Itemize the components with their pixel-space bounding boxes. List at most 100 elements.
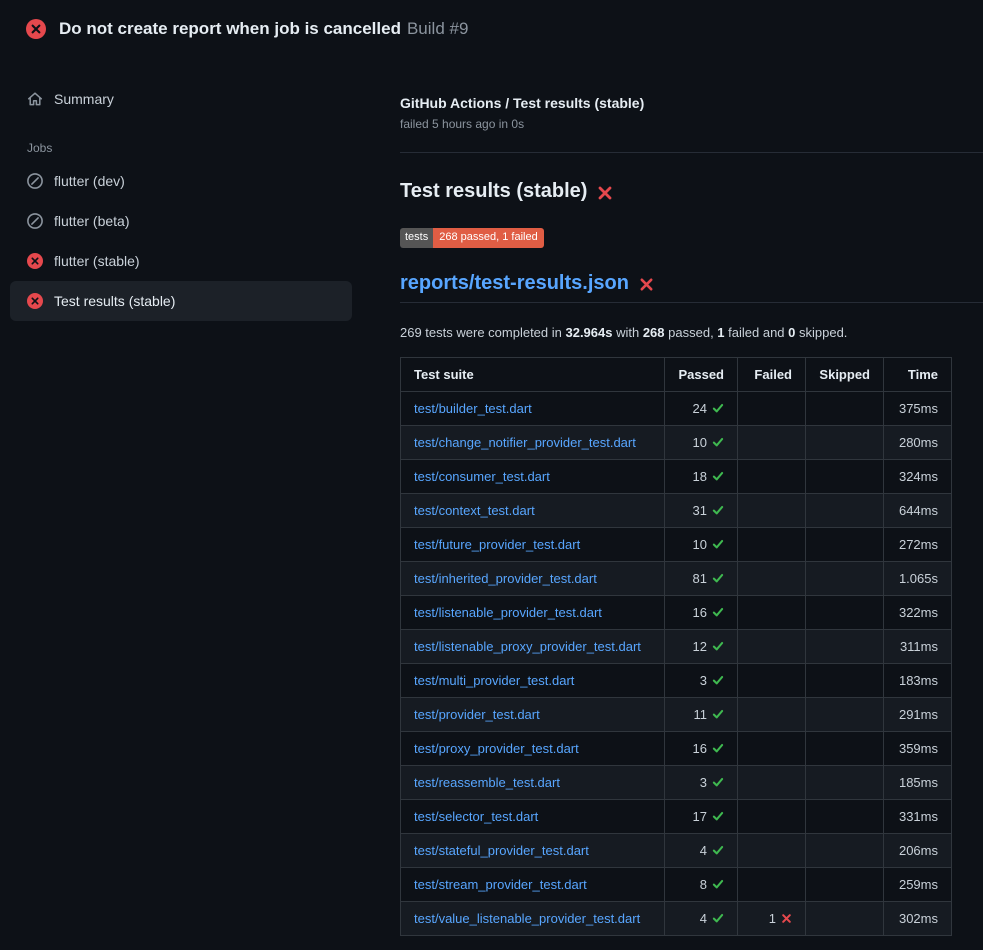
suite-link[interactable]: test/reassemble_test.dart — [414, 775, 560, 790]
report-file-link[interactable]: reports/test-results.json — [400, 272, 629, 295]
failed-cell — [738, 800, 806, 834]
sidebar-item-flutter-dev[interactable]: flutter (dev) — [10, 161, 352, 201]
suite-link[interactable]: test/future_provider_test.dart — [414, 537, 580, 552]
suite-cell: test/multi_provider_test.dart — [401, 664, 665, 698]
build-header: Do not create report when job is cancell… — [0, 0, 983, 57]
test-table-body: test/builder_test.dart24375mstest/change… — [401, 392, 952, 936]
time-cell: 322ms — [884, 596, 952, 630]
suite-link[interactable]: test/inherited_provider_test.dart — [414, 571, 597, 586]
time-cell: 375ms — [884, 392, 952, 426]
check-icon — [712, 742, 724, 754]
summary-failed-count: 1 — [717, 325, 724, 340]
passed-cell: 4 — [665, 902, 738, 936]
suite-link[interactable]: test/listenable_proxy_provider_test.dart — [414, 639, 641, 654]
suite-link[interactable]: test/builder_test.dart — [414, 401, 532, 416]
sidebar-item-summary[interactable]: Summary — [10, 79, 352, 119]
suite-link[interactable]: test/listenable_provider_test.dart — [414, 605, 602, 620]
time-cell: 259ms — [884, 868, 952, 902]
time-cell: 644ms — [884, 494, 952, 528]
failed-cell — [738, 664, 806, 698]
badge-label: tests — [400, 228, 433, 248]
col-failed: Failed — [738, 358, 806, 392]
page-layout: Summary Jobs flutter (dev) flutter (beta… — [0, 57, 983, 936]
suite-link[interactable]: test/provider_test.dart — [414, 707, 540, 722]
suite-cell: test/stream_provider_test.dart — [401, 868, 665, 902]
skipped-cell — [806, 494, 884, 528]
suite-link[interactable]: test/multi_provider_test.dart — [414, 673, 574, 688]
skipped-cell — [806, 800, 884, 834]
check-icon — [712, 572, 724, 584]
skipped-cell — [806, 698, 884, 732]
table-row: test/consumer_test.dart18324ms — [401, 460, 952, 494]
failed-status-icon — [26, 19, 46, 39]
suite-link[interactable]: test/context_test.dart — [414, 503, 535, 518]
table-row: test/inherited_provider_test.dart811.065… — [401, 562, 952, 596]
suite-link[interactable]: test/selector_test.dart — [414, 809, 538, 824]
time-cell: 302ms — [884, 902, 952, 936]
skipped-cell — [806, 630, 884, 664]
failed-cell — [738, 494, 806, 528]
skipped-cell — [806, 902, 884, 936]
skipped-cell — [806, 392, 884, 426]
tests-badge: tests 268 passed, 1 failed — [400, 228, 544, 248]
sidebar-item-label: flutter (stable) — [54, 253, 140, 269]
passed-cell: 10 — [665, 528, 738, 562]
cross-icon — [781, 913, 792, 924]
skipped-cell — [806, 460, 884, 494]
table-row: test/reassemble_test.dart3185ms — [401, 766, 952, 800]
test-results-table: Test suite Passed Failed Skipped Time te… — [400, 357, 952, 936]
passed-cell: 12 — [665, 630, 738, 664]
job-status-text: failed 5 hours ago in 0s — [400, 117, 983, 131]
check-icon — [712, 504, 724, 516]
failed-status-icon — [27, 253, 43, 269]
suite-cell: test/future_provider_test.dart — [401, 528, 665, 562]
suite-cell: test/proxy_provider_test.dart — [401, 732, 665, 766]
suite-link[interactable]: test/stateful_provider_test.dart — [414, 843, 589, 858]
table-row: test/selector_test.dart17331ms — [401, 800, 952, 834]
suite-link[interactable]: test/consumer_test.dart — [414, 469, 550, 484]
suite-link[interactable]: test/stream_provider_test.dart — [414, 877, 587, 892]
check-icon — [712, 436, 724, 448]
passed-cell: 16 — [665, 596, 738, 630]
check-icon — [712, 640, 724, 652]
table-header-row: Test suite Passed Failed Skipped Time — [401, 358, 952, 392]
summary-text: skipped. — [795, 325, 847, 340]
skipped-cell — [806, 562, 884, 596]
cross-mark-icon — [639, 277, 654, 292]
suite-link[interactable]: test/proxy_provider_test.dart — [414, 741, 579, 756]
time-cell: 311ms — [884, 630, 952, 664]
time-cell: 324ms — [884, 460, 952, 494]
time-cell: 359ms — [884, 732, 952, 766]
failed-cell — [738, 834, 806, 868]
suite-link[interactable]: test/change_notifier_provider_test.dart — [414, 435, 636, 450]
page-title: Do not create report when job is cancell… — [59, 19, 468, 39]
check-icon — [712, 844, 724, 856]
passed-cell: 4 — [665, 834, 738, 868]
check-icon — [712, 402, 724, 414]
sidebar-item-flutter-beta[interactable]: flutter (beta) — [10, 201, 352, 241]
sidebar-item-flutter-stable[interactable]: flutter (stable) — [10, 241, 352, 281]
time-cell: 185ms — [884, 766, 952, 800]
jobs-section-label: Jobs — [10, 141, 352, 155]
skipped-cell — [806, 426, 884, 460]
skipped-cell — [806, 596, 884, 630]
failed-cell — [738, 698, 806, 732]
table-row: test/builder_test.dart24375ms — [401, 392, 952, 426]
passed-cell: 3 — [665, 664, 738, 698]
check-icon — [712, 810, 724, 822]
check-icon — [712, 878, 724, 890]
suite-cell: test/consumer_test.dart — [401, 460, 665, 494]
sidebar-item-test-results-stable[interactable]: Test results (stable) — [10, 281, 352, 321]
sidebar-item-label: Summary — [54, 91, 114, 107]
check-icon — [712, 912, 724, 924]
table-row: test/stream_provider_test.dart8259ms — [401, 868, 952, 902]
cancelled-icon — [27, 173, 43, 189]
suite-cell: test/listenable_provider_test.dart — [401, 596, 665, 630]
table-row: test/change_notifier_provider_test.dart1… — [401, 426, 952, 460]
suite-link[interactable]: test/value_listenable_provider_test.dart — [414, 911, 640, 926]
skipped-cell — [806, 528, 884, 562]
table-row: test/multi_provider_test.dart3183ms — [401, 664, 952, 698]
col-passed: Passed — [665, 358, 738, 392]
time-cell: 206ms — [884, 834, 952, 868]
summary-passed-count: 268 — [643, 325, 665, 340]
